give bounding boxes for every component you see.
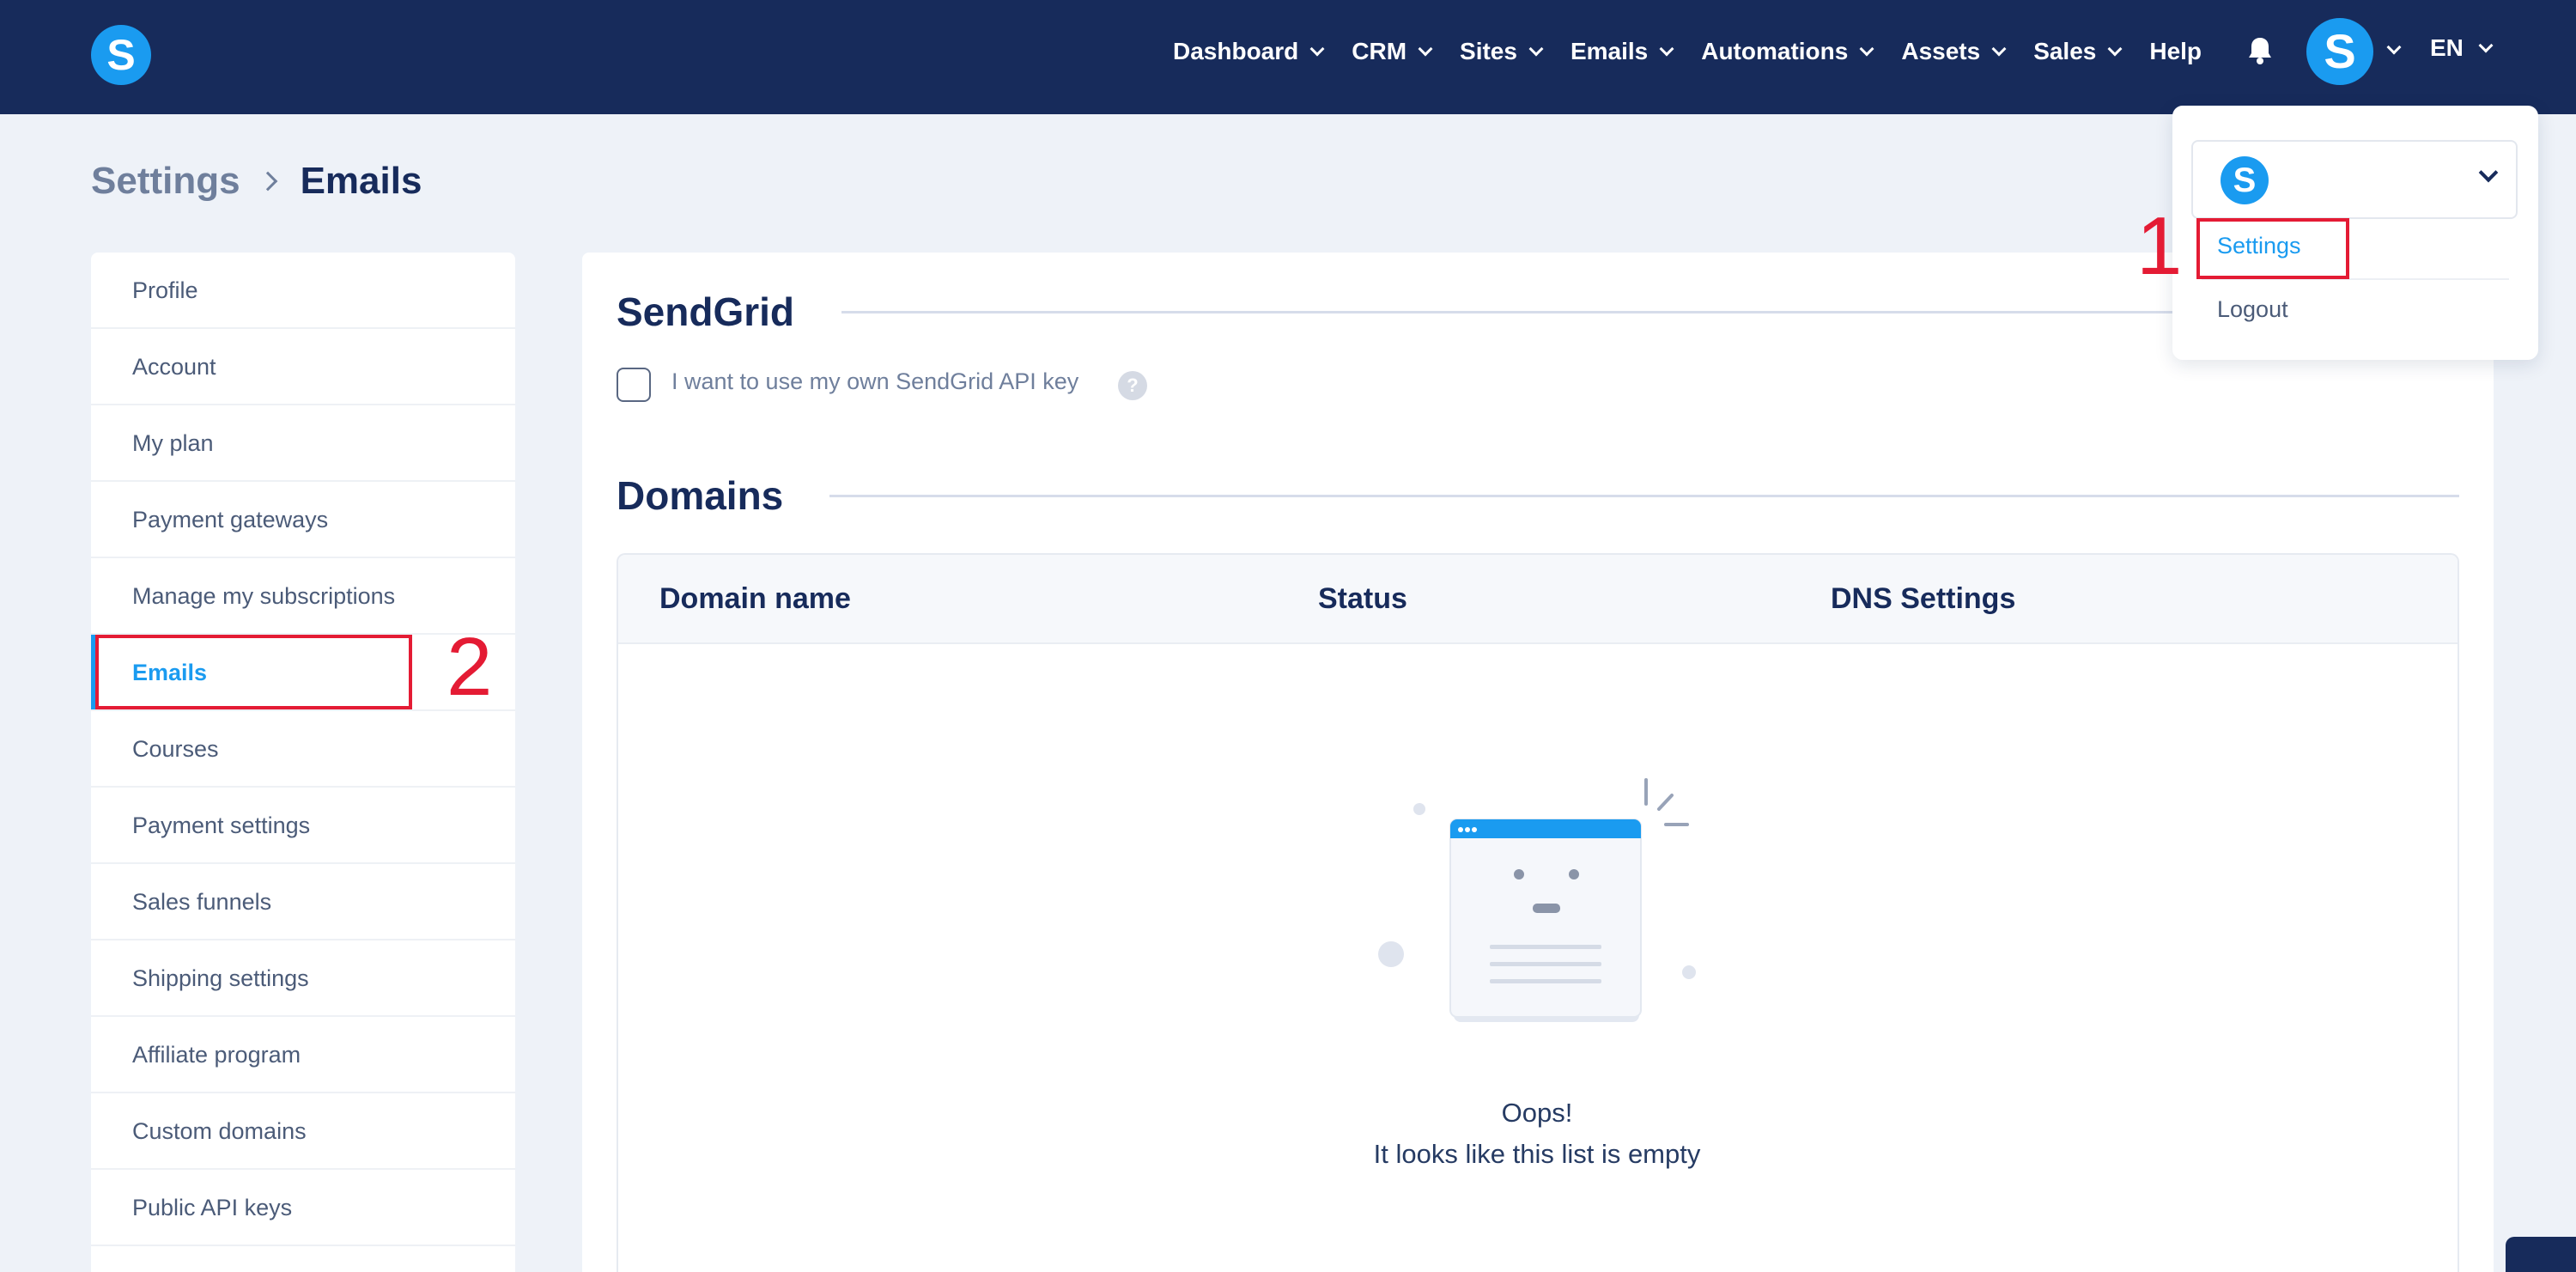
sendgrid-api-key-checkbox[interactable] xyxy=(617,368,651,402)
account-logo: S xyxy=(2221,156,2269,204)
breadcrumb: Settings Emails xyxy=(91,160,422,203)
sidebar-item-public-api-keys[interactable]: Public API keys xyxy=(91,1170,515,1246)
nav-item-help[interactable]: Help xyxy=(2149,38,2202,65)
nav-item-crm[interactable]: CRM xyxy=(1352,38,1433,65)
menu-item-logout[interactable]: Logout xyxy=(2217,296,2288,323)
nav-item-label: Sites xyxy=(1460,38,1517,64)
nav-item-label: Dashboard xyxy=(1173,38,1299,64)
annotation-step-2: 2 xyxy=(447,621,493,713)
chevron-right-icon xyxy=(258,171,277,192)
nav-item-label: Automations xyxy=(1701,38,1849,64)
sidebar-item-webhooks[interactable]: Webhooks xyxy=(91,1246,515,1272)
sidebar-item-profile[interactable]: Profile xyxy=(91,253,515,329)
help-icon[interactable]: ? xyxy=(1118,371,1147,400)
page-title: Emails xyxy=(300,160,422,202)
chevron-down-icon xyxy=(2107,41,2123,56)
chevron-down-icon xyxy=(2478,38,2494,52)
annotation-step-1: 1 xyxy=(2136,200,2183,292)
sendgrid-checkbox-label[interactable]: I want to use my own SendGrid API key xyxy=(671,368,1078,395)
sidebar-item-sales-funnels[interactable]: Sales funnels xyxy=(91,864,515,940)
chevron-down-icon xyxy=(1418,41,1433,56)
sidebar-item-payment-settings[interactable]: Payment settings xyxy=(91,788,515,864)
sidebar-item-account[interactable]: Account xyxy=(91,329,515,405)
column-header-dns-settings[interactable]: DNS Settings xyxy=(1831,582,2015,616)
chevron-down-icon xyxy=(1859,41,1874,56)
bell-icon[interactable] xyxy=(2246,36,2274,65)
breadcrumb-settings[interactable]: Settings xyxy=(91,160,240,203)
app-logo[interactable]: S xyxy=(91,25,151,85)
sidebar-item-affiliate-program[interactable]: Affiliate program xyxy=(91,1017,515,1093)
sidebar-item-custom-domains[interactable]: Custom domains xyxy=(91,1093,515,1170)
account-selector[interactable]: S xyxy=(2191,140,2518,219)
nav-item-sites[interactable]: Sites xyxy=(1460,38,1544,65)
empty-state-message: It looks like this list is empty xyxy=(1373,1139,1701,1169)
language-label: EN xyxy=(2430,34,2464,61)
chevron-down-icon xyxy=(1528,41,1544,56)
top-nav-bar: S Dashboard CRM Sites Emails Automations… xyxy=(0,0,2576,114)
sidebar-item-my-plan[interactable]: My plan xyxy=(91,405,515,482)
table-header: Domain name Status DNS Settings xyxy=(618,555,2458,644)
sidebar-item-courses[interactable]: Courses xyxy=(91,711,515,788)
nav-item-label: CRM xyxy=(1352,38,1407,64)
column-header-status[interactable]: Status xyxy=(1318,582,1407,616)
chevron-down-icon xyxy=(1309,41,1325,56)
nav-item-label: Assets xyxy=(1901,38,1981,64)
nav-item-assets[interactable]: Assets xyxy=(1901,38,2007,65)
chat-widget-button[interactable] xyxy=(2506,1237,2576,1272)
sidebar-item-payment-gateways[interactable]: Payment gateways xyxy=(91,482,515,558)
nav-item-emails[interactable]: Emails xyxy=(1570,38,1674,65)
user-avatar[interactable]: S xyxy=(2306,18,2373,85)
domains-title: Domains xyxy=(617,473,784,518)
language-selector[interactable]: EN xyxy=(2430,34,2494,62)
chevron-down-icon xyxy=(1659,41,1674,56)
chevron-down-icon xyxy=(1991,41,2007,56)
annotation-highlight-emails xyxy=(95,635,412,709)
annotation-highlight-settings xyxy=(2196,218,2349,279)
chevron-down-icon[interactable] xyxy=(2386,40,2402,55)
nav-item-sales[interactable]: Sales xyxy=(2033,38,2123,65)
settings-sidebar: Profile Account My plan Payment gateways… xyxy=(91,253,515,1272)
nav-item-label: Emails xyxy=(1570,38,1649,64)
nav-item-label: Help xyxy=(2149,38,2202,64)
sendgrid-title: SendGrid xyxy=(617,289,795,334)
empty-list-illustration xyxy=(1378,778,1696,1022)
section-divider xyxy=(829,495,2459,497)
empty-state-title: Oops! xyxy=(1501,1098,1573,1128)
column-header-domain-name[interactable]: Domain name xyxy=(659,582,851,616)
chevron-down-icon xyxy=(2478,162,2499,183)
nav-item-automations[interactable]: Automations xyxy=(1701,38,1874,65)
nav-item-dashboard[interactable]: Dashboard xyxy=(1173,38,1325,65)
main-nav: Dashboard CRM Sites Emails Automations A… xyxy=(1173,0,2231,103)
nav-item-label: Sales xyxy=(2033,38,2097,64)
sidebar-item-shipping-settings[interactable]: Shipping settings xyxy=(91,940,515,1017)
